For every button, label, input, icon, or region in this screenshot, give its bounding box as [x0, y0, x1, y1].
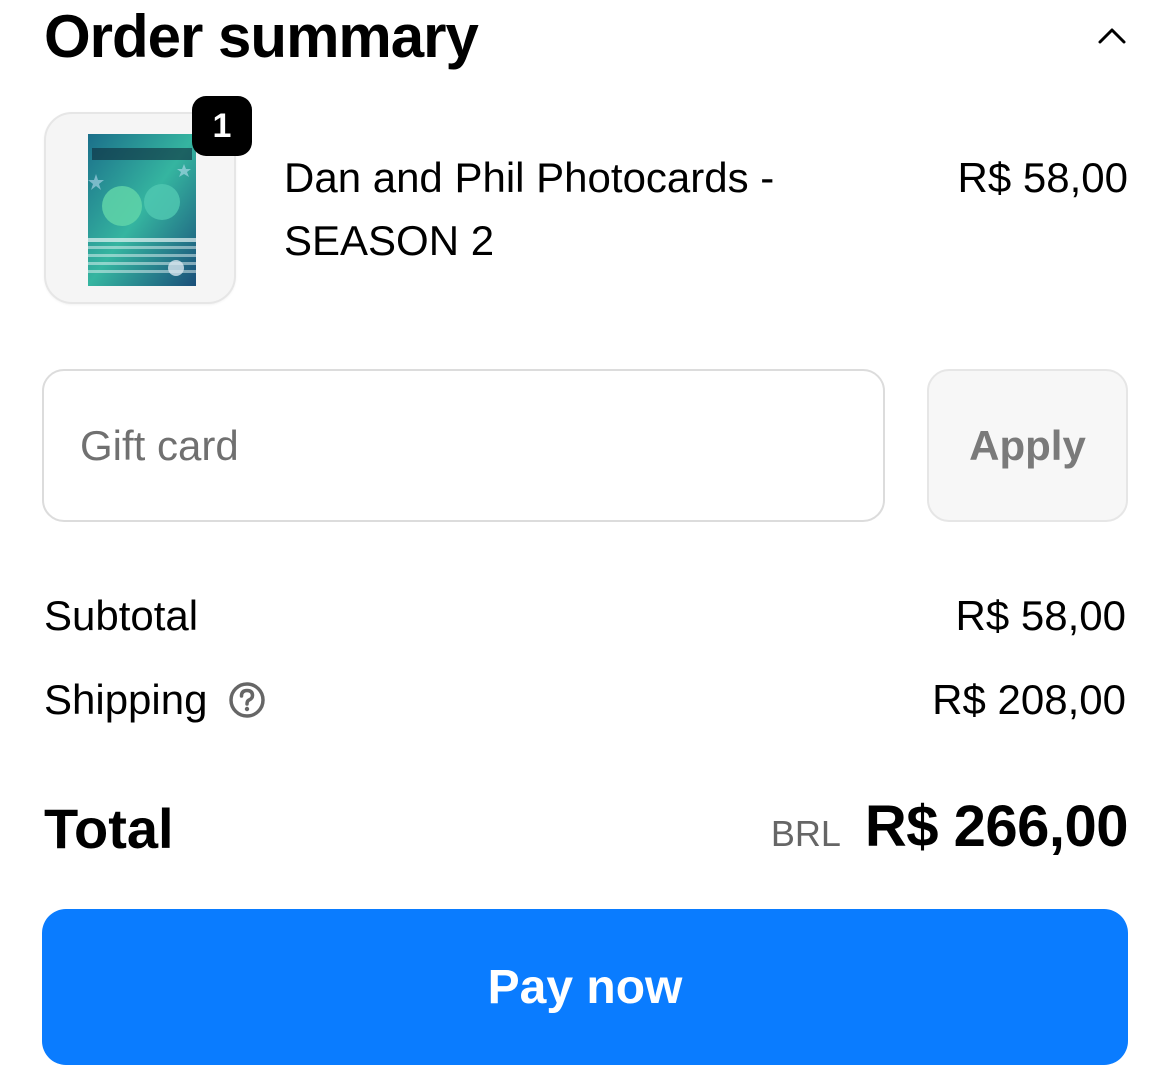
product-price: R$ 58,00	[957, 154, 1128, 201]
subtotal-value: R$ 58,00	[955, 592, 1126, 639]
shipping-value: R$ 208,00	[932, 676, 1126, 723]
currency-code: BRL	[770, 813, 841, 854]
shipping-label: Shipping	[44, 676, 208, 723]
pay-now-button[interactable]: Pay now	[42, 909, 1128, 1065]
subtotal-label: Subtotal	[44, 592, 199, 639]
subtotal-row: Subtotal R$ 58,00	[44, 586, 1126, 646]
product-name: Dan and Phil Photocards - SEASON 2	[284, 154, 775, 264]
apply-button[interactable]: Apply	[927, 369, 1128, 522]
total-amount: R$ 266,00	[864, 794, 1129, 859]
order-summary-header[interactable]: Order summary	[44, 0, 1130, 78]
total-row: Total BRL R$ 266,00	[44, 790, 1129, 870]
chevron-up-icon[interactable]	[1094, 18, 1130, 54]
question-circle-icon[interactable]	[227, 680, 267, 720]
photocard-pack-image	[88, 134, 196, 286]
page-title: Order summary	[44, 3, 479, 70]
shipping-row: Shipping R$ 208,00	[44, 670, 1126, 730]
order-summary-panel: Order summary 1 Dan and Phil Photocards …	[0, 0, 1170, 1091]
gift-card-input[interactable]	[42, 369, 885, 522]
quantity-badge: 1	[192, 96, 252, 156]
total-label: Total	[44, 797, 174, 860]
line-item: 1 Dan and Phil Photocards - SEASON 2 R$ …	[44, 96, 1130, 308]
